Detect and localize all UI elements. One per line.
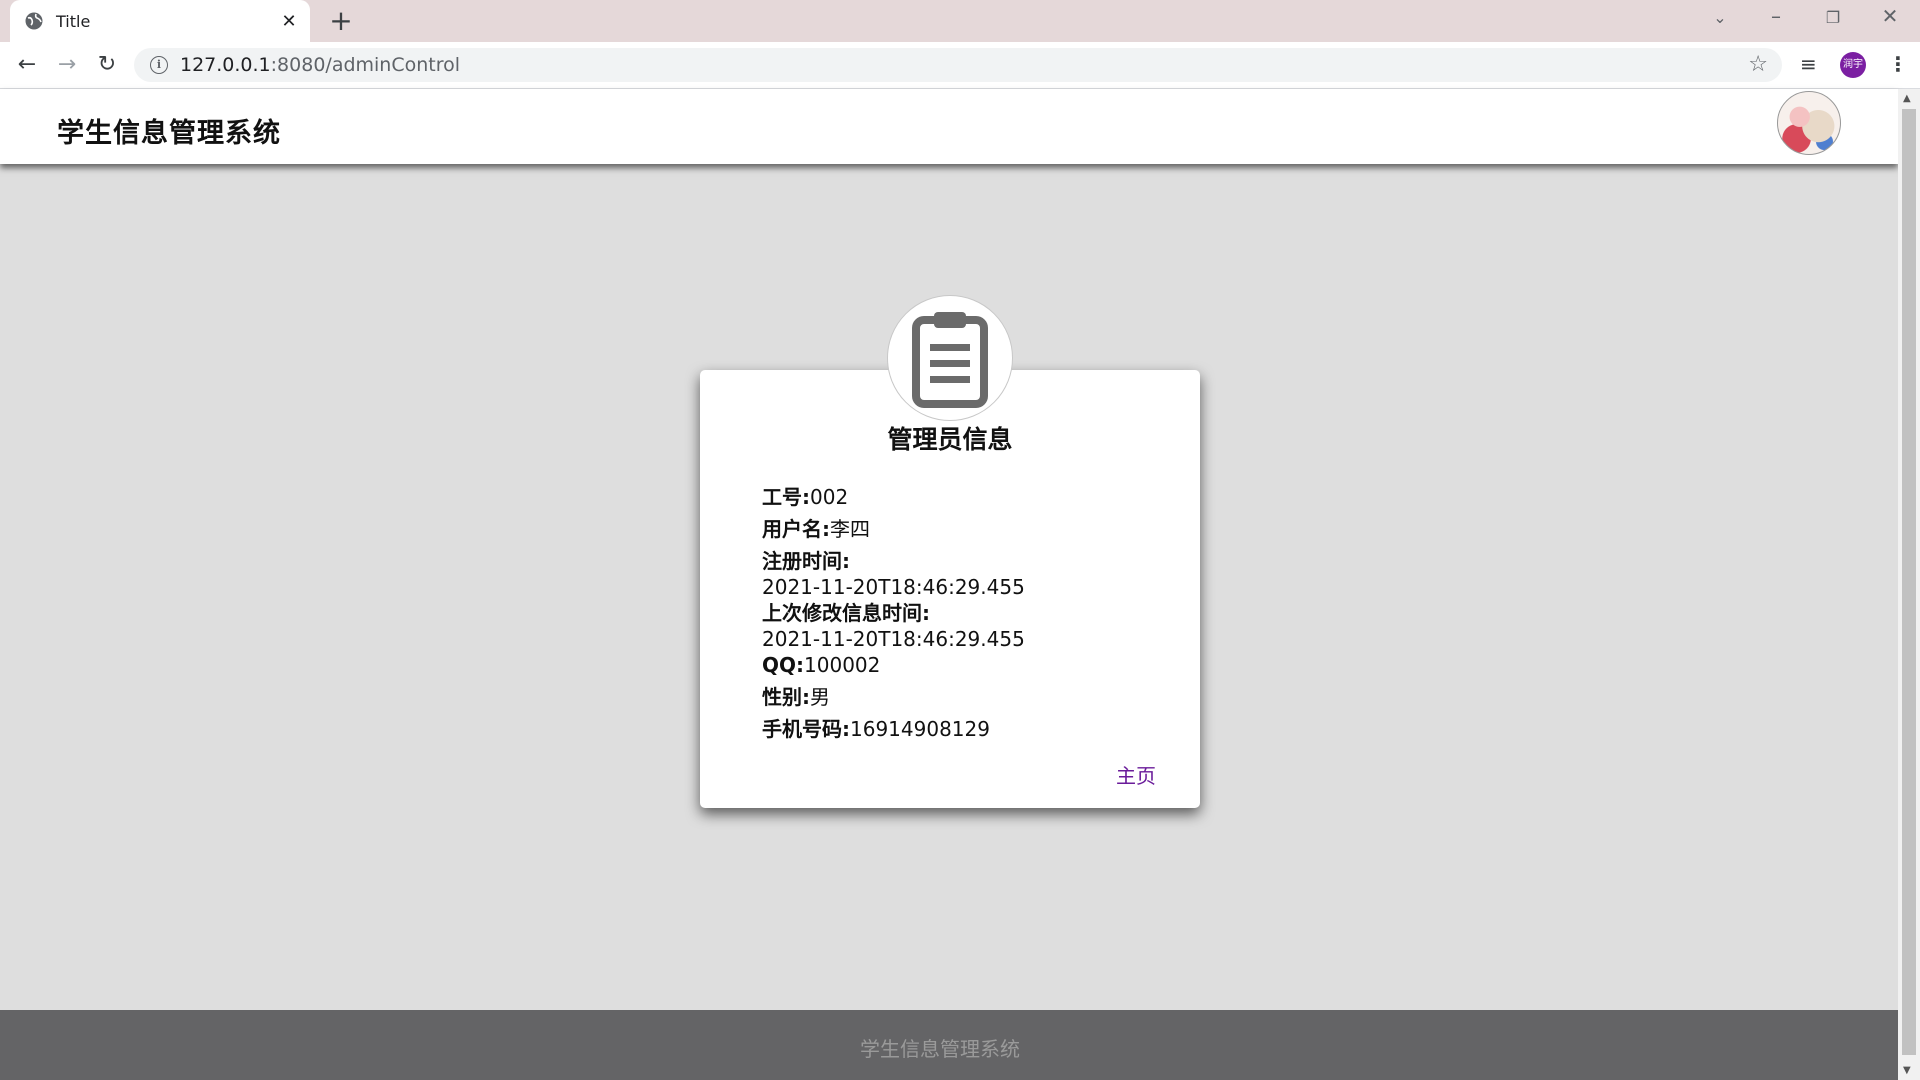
phone-label: 手机号码:	[762, 717, 850, 741]
url-path: :8080/adminControl	[270, 54, 461, 76]
username-label: 用户名:	[762, 517, 830, 541]
address-bar[interactable]: i 127.0.0.1:8080/adminControl ☆	[134, 48, 1782, 82]
clipboard-icon	[912, 312, 988, 408]
browser-toolbar: ← → ↻ i 127.0.0.1:8080/adminControl ☆ ≡ …	[0, 42, 1920, 89]
back-arrow-icon[interactable]: ←	[13, 51, 41, 79]
forward-arrow-icon[interactable]: →	[53, 51, 81, 79]
gender-label: 性别:	[762, 685, 810, 709]
home-link[interactable]: 主页	[1116, 760, 1156, 789]
work-id-value: 002	[810, 485, 849, 509]
url-text: 127.0.0.1:8080/adminControl	[180, 54, 460, 76]
work-id-row: 工号:002	[762, 484, 1025, 510]
register-time-value: 2021-11-20T18:46:29.455	[762, 575, 1025, 599]
admin-info-card: 管理员信息 工号:002 用户名:李四 注册时间: 2021-11-20T18:4…	[700, 370, 1200, 808]
browser-tab[interactable]: Title ✕	[10, 0, 310, 42]
site-info-icon[interactable]: i	[150, 56, 168, 74]
profile-avatar[interactable]: 润宇	[1840, 52, 1866, 78]
gender-value: 男	[810, 685, 830, 709]
qq-label: QQ:	[762, 653, 805, 677]
media-queue-icon[interactable]: ≡	[1800, 52, 1817, 76]
footer-text: 学生信息管理系统	[860, 1037, 1020, 1061]
scroll-down-arrow-icon[interactable]: ▼	[1903, 1065, 1911, 1076]
username-value: 李四	[830, 517, 870, 541]
menu-kebab-icon[interactable]: ⋮	[1888, 52, 1908, 76]
gender-row: 性别:男	[762, 684, 1025, 710]
url-host: 127.0.0.1	[180, 54, 271, 76]
browser-tab-strip: Title ✕ + ⌄ – ❐ ✕	[0, 0, 1920, 42]
bookmark-star-icon[interactable]: ☆	[1748, 52, 1768, 77]
modified-time-label: 上次修改信息时间:	[762, 601, 930, 625]
modified-time-value: 2021-11-20T18:46:29.455	[762, 627, 1025, 651]
reload-icon[interactable]: ↻	[93, 51, 121, 79]
scroll-up-arrow-icon[interactable]: ▲	[1903, 93, 1911, 104]
qq-row: QQ:100002	[762, 652, 1025, 678]
minimize-icon[interactable]: –	[1756, 4, 1796, 28]
globe-icon	[25, 12, 43, 30]
username-row: 用户名:李四	[762, 516, 1025, 542]
card-badge	[887, 295, 1013, 421]
tab-title: Title	[56, 11, 91, 31]
new-tab-icon[interactable]: +	[326, 6, 356, 36]
scrollbar-thumb[interactable]	[1902, 109, 1916, 1055]
modified-time-row: 上次修改信息时间: 2021-11-20T18:46:29.455	[762, 600, 1025, 652]
tab-search-chevron-icon[interactable]: ⌄	[1700, 8, 1740, 27]
work-id-label: 工号:	[762, 485, 810, 509]
restore-icon[interactable]: ❐	[1813, 8, 1853, 27]
tab-close-icon[interactable]: ✕	[278, 11, 300, 32]
phone-value: 16914908129	[850, 717, 990, 741]
window-close-icon[interactable]: ✕	[1870, 4, 1910, 28]
page-header: 学生信息管理系统	[0, 89, 1898, 164]
user-avatar[interactable]	[1777, 91, 1841, 155]
register-time-row: 注册时间: 2021-11-20T18:46:29.455	[762, 548, 1025, 600]
card-title: 管理员信息	[887, 425, 1013, 454]
page-scrollbar[interactable]: ▲ ▼	[1898, 89, 1920, 1080]
site-title: 学生信息管理系统	[57, 118, 281, 149]
register-time-label: 注册时间:	[762, 549, 850, 573]
qq-value: 100002	[804, 653, 881, 677]
admin-info-list: 工号:002 用户名:李四 注册时间: 2021-11-20T18:46:29.4…	[762, 484, 1025, 742]
page-footer: 学生信息管理系统	[0, 1010, 1898, 1080]
phone-row: 手机号码:16914908129	[762, 716, 1025, 742]
